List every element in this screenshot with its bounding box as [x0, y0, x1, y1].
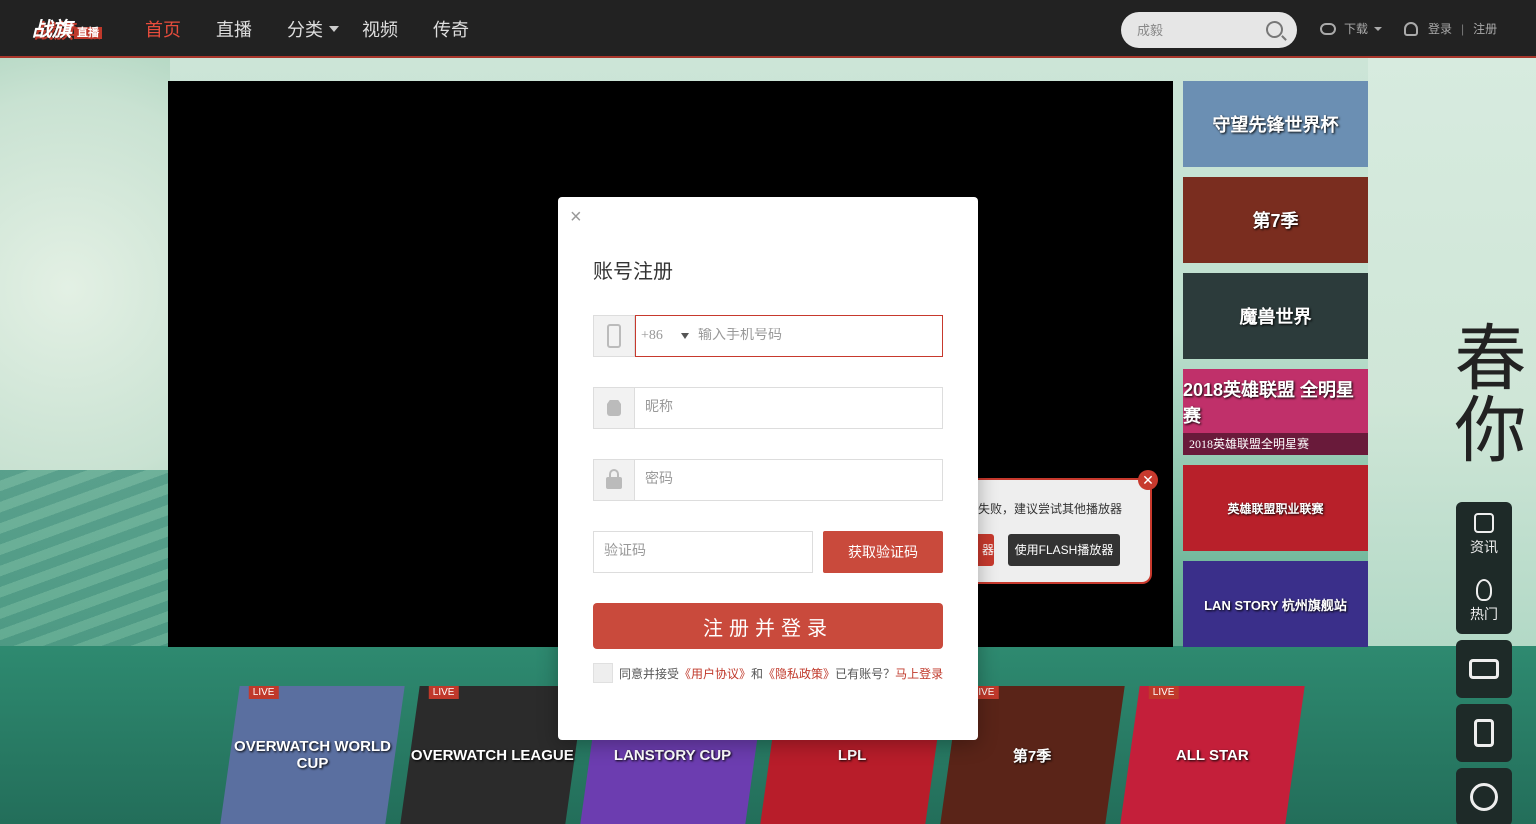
chevron-down-icon: [680, 333, 689, 339]
agree-checkbox[interactable]: [593, 663, 613, 683]
register-login-button[interactable]: 注册并登录: [593, 603, 943, 649]
chevron-down-icon: [1374, 26, 1383, 31]
chevron-down-icon: [329, 26, 339, 32]
close-icon[interactable]: ×: [570, 207, 582, 227]
channel-list: 守望先锋世界杯 第7季 魔兽世界 2018英雄联盟 全明星赛 2018英雄联盟全明…: [1183, 81, 1368, 657]
nav-home[interactable]: 首页: [145, 16, 181, 42]
close-icon[interactable]: ✕: [1138, 470, 1158, 490]
site-logo[interactable]: 战旗 直播: [32, 12, 104, 48]
fire-icon: [1476, 578, 1492, 601]
country-code-select[interactable]: +86: [636, 328, 698, 344]
channel-item[interactable]: 守望先锋世界杯: [1183, 81, 1368, 167]
floating-toolbar: 资讯 热门: [1456, 502, 1512, 824]
get-code-button[interactable]: 获取验证码: [823, 531, 943, 573]
featured-card[interactable]: LIVE ALL STAR: [1120, 686, 1305, 824]
background-calligraphy: 春你: [1442, 320, 1526, 464]
live-badge: LIVE: [428, 686, 459, 699]
camera-button[interactable]: [1456, 640, 1512, 698]
featured-card[interactable]: LIVE OVERWATCH WORLD CUP: [220, 686, 405, 824]
channel-caption: 2018英雄联盟全明星赛: [1183, 433, 1368, 455]
channel-item[interactable]: 2018英雄联盟 全明星赛 2018英雄联盟全明星赛: [1183, 369, 1368, 455]
and-text: 和: [751, 666, 764, 681]
search-input[interactable]: [1137, 22, 1257, 38]
channel-item[interactable]: LAN STORY 杭州旗舰站: [1183, 561, 1368, 647]
nav-category[interactable]: 分类: [287, 16, 339, 42]
phone-input[interactable]: [698, 328, 942, 344]
user-icon: [1404, 21, 1418, 36]
login-link[interactable]: 登录: [1428, 20, 1452, 37]
nav-live[interactable]: 直播: [216, 16, 252, 42]
live-badge: LIVE: [1148, 686, 1179, 699]
camera-icon: [1469, 659, 1499, 679]
nickname-input[interactable]: [635, 388, 942, 428]
phone-icon-box: [594, 316, 635, 356]
user-area: 登录 | 注册: [1404, 20, 1497, 37]
password-icon-box: [594, 460, 635, 500]
login-now-link[interactable]: 马上登录: [895, 665, 943, 682]
news-icon: [1474, 513, 1494, 533]
tag-icon: [607, 400, 621, 416]
news-button[interactable]: 资讯: [1456, 502, 1512, 568]
agree-text: 同意并接受: [619, 666, 680, 681]
password-input[interactable]: [635, 460, 942, 500]
use-flash-player-button[interactable]: 使用FLASH播放器: [1008, 534, 1120, 566]
verification-code-input[interactable]: [593, 531, 813, 573]
news-hot-group: 资讯 热门: [1456, 502, 1512, 634]
main-nav: 首页 直播 分类 视频 传奇: [145, 0, 504, 58]
download-label: 下载: [1344, 22, 1369, 36]
modal-title: 账号注册: [593, 261, 673, 283]
register-modal: × 账号注册 +86 获取验证码 注册并登录 同意并接受 《用户协议》 和 《隐…: [558, 197, 978, 740]
password-field: [593, 459, 943, 501]
top-navigation-bar: 战旗直播 首页 直播 分类 视频 传奇 下载 登录 | 注册: [0, 0, 1536, 58]
search-icon[interactable]: [1266, 21, 1283, 38]
flash-warning-text: 失败，建议尝试其他播放器: [978, 502, 1123, 516]
channel-item[interactable]: 魔兽世界: [1183, 273, 1368, 359]
nickname-field: [593, 387, 943, 429]
channel-item[interactable]: 第7季: [1183, 177, 1368, 263]
mobile-icon: [1474, 719, 1494, 747]
support-button[interactable]: [1456, 768, 1512, 824]
agreement-row: 同意并接受 《用户协议》 和 《隐私政策》 已有账号？ 马上登录: [593, 663, 943, 683]
phone-field: +86: [593, 315, 943, 357]
mobile-button[interactable]: [1456, 704, 1512, 762]
search-box: [1121, 12, 1297, 48]
separator: |: [1461, 21, 1465, 36]
mobile-icon: [607, 324, 621, 348]
headset-icon: [1470, 783, 1498, 811]
download-menu[interactable]: 下载: [1320, 20, 1383, 37]
privacy-policy-link[interactable]: 《隐私政策》: [763, 665, 835, 682]
lock-icon: [606, 469, 622, 489]
nav-legend[interactable]: 传奇: [433, 16, 469, 42]
nickname-icon-box: [594, 388, 635, 428]
register-link[interactable]: 注册: [1473, 20, 1497, 37]
nav-video[interactable]: 视频: [362, 16, 398, 42]
have-account-text: 已有账号？: [835, 666, 896, 681]
flash-warning-popup: 失败，建议尝试其他播放器 器 使用FLASH播放器 ✕: [958, 470, 1158, 584]
channel-item[interactable]: 英雄联盟职业联赛: [1183, 465, 1368, 551]
live-badge: LIVE: [248, 686, 279, 699]
hot-button[interactable]: 热门: [1456, 568, 1512, 634]
cloud-download-icon: [1320, 22, 1336, 35]
user-agreement-link[interactable]: 《用户协议》: [679, 665, 751, 682]
